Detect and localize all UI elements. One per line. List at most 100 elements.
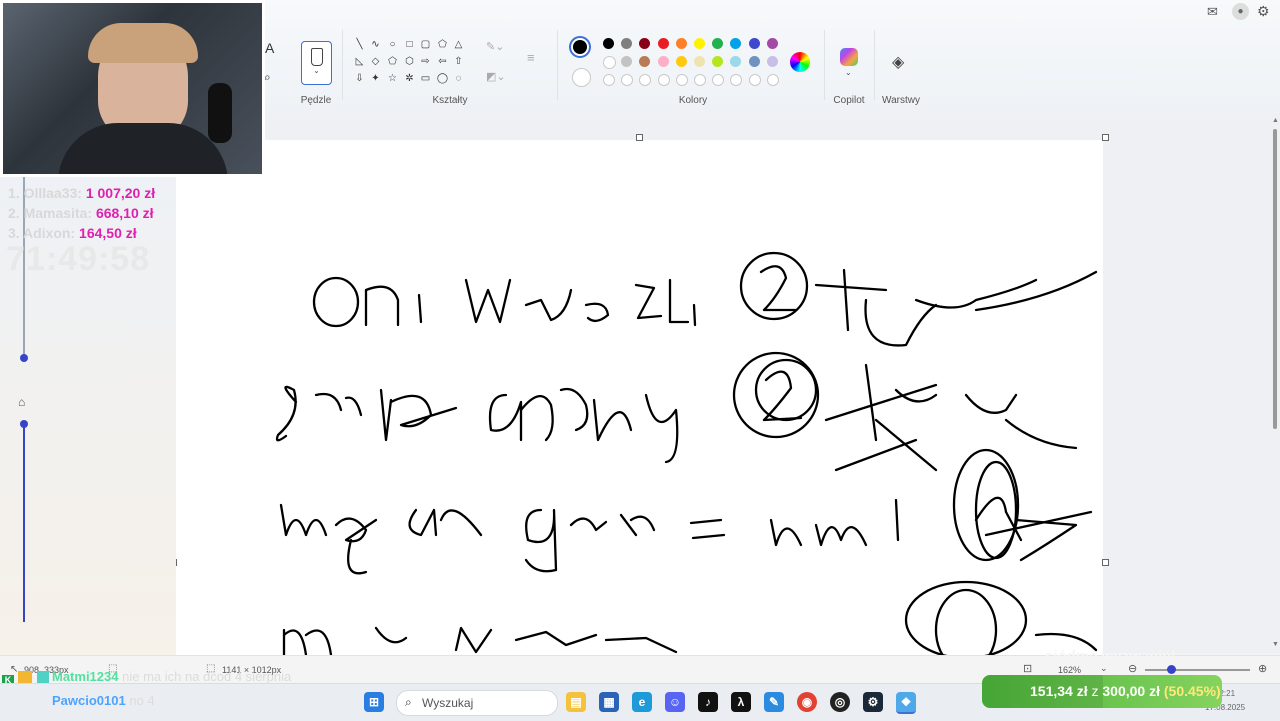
drawing-canvas[interactable] (176, 140, 1103, 655)
file-explorer-icon[interactable]: ▤ (566, 692, 586, 712)
color-swatch[interactable] (766, 56, 778, 67)
brushes-button[interactable]: ⌄ (301, 41, 332, 85)
divider (874, 30, 875, 100)
fill-icon[interactable]: ◩⌄ (486, 70, 506, 83)
settings-gear-icon[interactable]: ⚙ (1257, 3, 1270, 20)
resize-handle-top-right[interactable] (1102, 134, 1109, 141)
custom-color-slot[interactable] (730, 74, 743, 86)
color-swatch[interactable] (639, 38, 651, 49)
custom-color-slot[interactable] (621, 74, 634, 86)
color-swatch[interactable] (712, 56, 724, 67)
size-slider-track[interactable] (23, 422, 25, 622)
polygon-shape-icon[interactable]: ⬠ (436, 38, 449, 51)
custom-color-slot[interactable] (694, 74, 706, 86)
zoom-tool-icon[interactable]: ⌕ (264, 70, 271, 85)
taskbar-search-box[interactable]: ⌕ Wyszukaj (396, 690, 558, 716)
discord-icon[interactable]: ☺ (665, 692, 685, 712)
feedback-icon[interactable]: ✉ (1207, 4, 1218, 20)
curve-shape-icon[interactable]: ∿ (369, 38, 382, 51)
color-swatch[interactable] (621, 38, 633, 49)
custom-color-slot[interactable] (657, 74, 670, 86)
scroll-up-icon[interactable]: ▲ (1272, 117, 1279, 124)
color-swatch[interactable] (603, 38, 614, 49)
account-icon[interactable]: ● (1232, 3, 1249, 20)
pentagon-shape-icon[interactable]: ⬠ (386, 55, 399, 68)
zoom-slider-thumb[interactable] (1167, 665, 1176, 674)
oval-shape-icon[interactable]: ○ (386, 38, 399, 51)
text-tool-icon[interactable]: A (265, 40, 274, 56)
chat-badges: K (2, 670, 50, 687)
rectangle-shape-icon[interactable]: □ (403, 38, 416, 51)
callout-rect-shape-icon[interactable]: ▭ (419, 72, 432, 85)
callout-cloud-shape-icon[interactable]: ◌ (452, 72, 465, 85)
vertical-scrollbar[interactable]: ▲ ▼ (1270, 113, 1280, 653)
custom-color-slot[interactable] (766, 74, 779, 86)
star6-shape-icon[interactable]: ✲ (403, 72, 416, 85)
custom-color-slot[interactable] (603, 74, 615, 86)
arrow-up-shape-icon[interactable]: ⇧ (452, 55, 465, 68)
diamond-shape-icon[interactable]: ◇ (369, 55, 382, 68)
primary-color-button[interactable] (569, 36, 591, 58)
color-swatch[interactable] (675, 56, 687, 67)
arrow-left-shape-icon[interactable]: ⇦ (436, 55, 449, 68)
color-swatch[interactable] (748, 38, 760, 49)
store-icon[interactable]: ▦ (599, 692, 619, 712)
steam-icon[interactable]: ⚙ (863, 692, 883, 712)
kick-app-icon[interactable]: λ (731, 692, 751, 712)
edge-icon[interactable]: e (632, 692, 652, 712)
custom-color-slot[interactable] (675, 74, 688, 86)
fit-screen-icon[interactable]: ⊡ (1023, 662, 1032, 675)
color-swatch[interactable] (730, 56, 742, 67)
size-slider-thumb[interactable] (20, 420, 28, 428)
color-swatch[interactable] (657, 56, 669, 67)
star4-shape-icon[interactable]: ✦ (369, 72, 382, 85)
color-swatch[interactable] (694, 38, 705, 49)
chevron-down-icon[interactable]: ⌄ (845, 68, 852, 77)
scrollbar-thumb[interactable] (1273, 129, 1277, 429)
chrome-icon[interactable]: ◉ (797, 692, 817, 712)
resize-handle-top[interactable] (636, 134, 643, 141)
windows-start-icon[interactable]: ⊞ (364, 692, 384, 712)
arrow-right-shape-icon[interactable]: ⇨ (419, 55, 432, 68)
right-triangle-shape-icon[interactable]: ◺ (353, 55, 366, 68)
tiktok-icon[interactable]: ♪ (698, 692, 718, 712)
goal-percent: (50.45%) (1163, 683, 1221, 699)
line-shape-icon[interactable]: ╲ (353, 38, 366, 51)
custom-color-slot[interactable] (712, 74, 725, 86)
color-swatch[interactable] (748, 56, 760, 67)
color-swatch[interactable] (766, 38, 778, 49)
color-swatch[interactable] (712, 38, 724, 49)
copilot-group-label: Copilot (833, 95, 865, 106)
lock-icon[interactable]: ⌂ (18, 395, 25, 409)
zoom-in-icon[interactable]: ⊕ (1258, 662, 1267, 675)
callout-oval-shape-icon[interactable]: ◯ (436, 72, 449, 85)
color-swatch[interactable] (639, 56, 651, 67)
secondary-color-button[interactable] (572, 68, 591, 87)
paint-app-icon[interactable]: ✎ (764, 692, 784, 712)
rounded-rectangle-shape-icon[interactable]: ▢ (419, 38, 432, 51)
color-swatch[interactable] (621, 56, 633, 67)
resize-handle-right[interactable] (1102, 559, 1109, 566)
outline-icon[interactable]: ✎⌄ (486, 40, 504, 53)
scroll-down-icon[interactable]: ▼ (1272, 641, 1279, 648)
arrow-down-shape-icon[interactable]: ⇩ (353, 72, 366, 85)
size-icon[interactable]: ≡ (527, 50, 535, 65)
color-swatch[interactable] (694, 56, 705, 67)
zoom-level[interactable]: 162% (1058, 665, 1081, 675)
obs-icon[interactable]: ◎ (830, 692, 850, 712)
slider-thumb[interactable] (20, 354, 28, 362)
hexagon-shape-icon[interactable]: ⬡ (403, 55, 416, 68)
custom-color-slot[interactable] (639, 74, 652, 86)
color-swatch[interactable] (603, 56, 616, 69)
triangle-shape-icon[interactable]: △ (452, 38, 465, 51)
layers-icon[interactable]: ◈ (892, 52, 904, 72)
zoom-slider[interactable] (1145, 669, 1250, 671)
copilot-icon[interactable] (840, 48, 858, 66)
star5-shape-icon[interactable]: ☆ (386, 72, 399, 85)
color-swatch[interactable] (657, 38, 669, 49)
color-swatch[interactable] (675, 38, 687, 49)
custom-color-slot[interactable] (748, 74, 761, 86)
color-swatch[interactable] (730, 38, 742, 49)
edit-colors-icon[interactable] (790, 52, 810, 72)
paint-active-icon[interactable]: ❖ (896, 692, 916, 714)
